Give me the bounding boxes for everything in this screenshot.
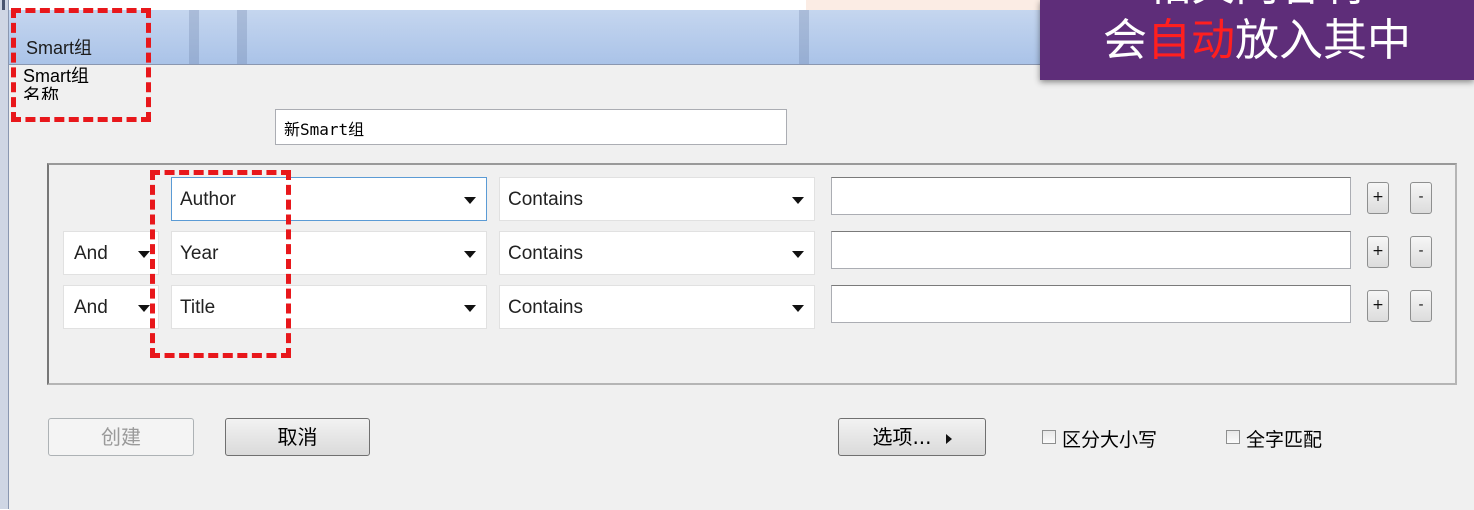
remove-row-button[interactable]: -	[1410, 182, 1432, 214]
callout-line-1: 相关内容将	[1040, 0, 1474, 12]
chevron-down-icon	[464, 251, 476, 258]
chevron-down-icon	[138, 305, 150, 312]
chevron-down-icon	[138, 251, 150, 258]
condition-select-row-3[interactable]: Contains	[499, 285, 815, 329]
add-row-button[interactable]: +	[1367, 236, 1389, 268]
chevron-down-icon	[792, 197, 804, 204]
group-name-label: Smart组 名称	[23, 66, 90, 100]
match-case-checkbox[interactable]	[1042, 430, 1056, 444]
condition-select-row-2[interactable]: Contains	[499, 231, 815, 275]
condition-select-row-1[interactable]: Contains	[499, 177, 815, 221]
whole-word-checkbox[interactable]	[1226, 430, 1240, 444]
field-select-value: Title	[180, 297, 216, 318]
group-name-input[interactable]: 新Smart组	[275, 109, 787, 145]
operator-select-value: And	[74, 243, 108, 264]
background-strip	[806, 0, 1046, 10]
annotation-callout: 相关内容将 会自动放入其中	[1040, 0, 1474, 80]
titlebar-shadow	[799, 10, 809, 64]
titlebar-shadow	[237, 10, 247, 64]
chevron-down-icon	[464, 305, 476, 312]
window-left-border	[0, 0, 9, 509]
field-select-value: Author	[180, 189, 236, 210]
callout-highlight: 自动	[1147, 15, 1235, 66]
window-title: Smart组	[26, 38, 93, 58]
operator-select-row-2[interactable]: And	[63, 231, 159, 275]
callout-text: 会	[1103, 15, 1147, 66]
value-input-row-1[interactable]	[831, 177, 1351, 215]
match-case-label: 区分大小写	[1062, 429, 1158, 451]
field-select-row-1[interactable]: Author	[171, 177, 487, 221]
options-button-label: 选项...	[872, 425, 932, 449]
border-mark	[2, 0, 5, 10]
chevron-down-icon	[792, 305, 804, 312]
callout-text: 放入其中	[1235, 15, 1411, 66]
operator-select-row-3[interactable]: And	[63, 285, 159, 329]
operator-select-value: And	[74, 297, 108, 318]
titlebar-shadow	[189, 10, 199, 64]
create-button[interactable]: 创建	[48, 418, 194, 456]
add-row-button[interactable]: +	[1367, 290, 1389, 322]
cancel-button[interactable]: 取消	[225, 418, 370, 456]
condition-select-value: Contains	[508, 297, 583, 318]
callout-line-2: 会自动放入其中	[1040, 13, 1474, 69]
condition-select-value: Contains	[508, 189, 583, 210]
field-select-value: Year	[180, 243, 219, 264]
triangle-right-icon	[945, 433, 952, 444]
field-select-row-2[interactable]: Year	[171, 231, 487, 275]
add-row-button[interactable]: +	[1367, 182, 1389, 214]
whole-word-label: 全字匹配	[1246, 429, 1323, 451]
value-input-row-3[interactable]	[831, 285, 1351, 323]
value-input-row-2[interactable]	[831, 231, 1351, 269]
options-button[interactable]: 选项...	[838, 418, 986, 456]
chevron-down-icon	[792, 251, 804, 258]
chevron-down-icon	[464, 197, 476, 204]
condition-select-value: Contains	[508, 243, 583, 264]
field-select-row-3[interactable]: Title	[171, 285, 487, 329]
remove-row-button[interactable]: -	[1410, 236, 1432, 268]
remove-row-button[interactable]: -	[1410, 290, 1432, 322]
